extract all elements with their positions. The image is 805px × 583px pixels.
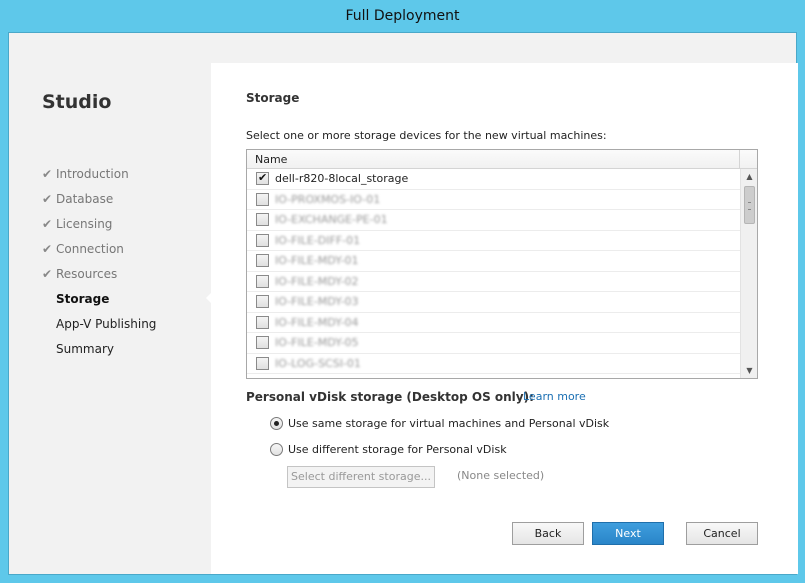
storage-row[interactable]: IO-FILE-MDY-02 — [247, 272, 740, 292]
storage-checkbox[interactable] — [256, 192, 269, 206]
column-header-name[interactable]: Name — [255, 153, 287, 166]
column-divider — [739, 150, 740, 169]
back-button[interactable]: Back — [512, 522, 584, 545]
storage-row[interactable]: IO-PROXMOS-IO-01 — [247, 190, 740, 210]
app-title: Studio — [42, 91, 112, 113]
step-label: Licensing — [56, 217, 113, 231]
storage-list-rows: dell-r820-8local_storage IO-PROXMOS-IO-0… — [247, 169, 740, 378]
step-licensing: ✔ Licensing — [42, 217, 156, 242]
step-summary: Summary — [42, 342, 156, 367]
scroll-up-icon[interactable]: ▲ — [741, 169, 758, 184]
window-title: Full Deployment — [345, 8, 460, 24]
personal-vdisk-label: Personal vDisk storage (Desktop OS only)… — [246, 390, 534, 404]
cancel-button[interactable]: Cancel — [686, 522, 758, 545]
none-selected-text: (None selected) — [457, 469, 545, 482]
storage-name: IO-FILE-MDY-04 — [275, 315, 359, 329]
step-label: Database — [56, 192, 114, 206]
radio-button[interactable] — [270, 417, 283, 430]
storage-row[interactable]: IO-FILE-MDY-04 — [247, 313, 740, 333]
storage-checkbox[interactable] — [256, 213, 269, 227]
step-introduction: ✔ Introduction — [42, 167, 156, 192]
step-database: ✔ Database — [42, 192, 156, 217]
storage-row[interactable]: IO-FILE-MDY-01 — [247, 251, 740, 272]
storage-checkbox[interactable] — [256, 254, 269, 268]
wizard-frame: Studio ✔ Introduction ✔ Database ✔ Licen… — [8, 32, 798, 575]
step-label: Storage — [56, 292, 110, 306]
storage-row[interactable]: IO-FILE-MDY-05 — [247, 333, 740, 354]
instruction-text: Select one or more storage devices for t… — [246, 129, 607, 142]
step-storage: Storage — [42, 292, 156, 317]
radio-button[interactable] — [270, 443, 283, 456]
storage-row[interactable]: dell-r820-8local_storage — [247, 169, 740, 190]
radio-same-storage[interactable]: Use same storage for virtual machines an… — [270, 417, 609, 430]
radio-label: Use different storage for Personal vDisk — [288, 443, 507, 456]
wizard-main-panel: Storage Select one or more storage devic… — [211, 63, 798, 574]
learn-more-link[interactable]: Learn more — [523, 390, 586, 403]
storage-list: Name dell-r820-8local_storage IO-PROXMOS… — [246, 149, 758, 379]
storage-checkbox[interactable] — [256, 171, 269, 186]
step-label: Introduction — [56, 167, 129, 181]
next-button[interactable]: Next — [592, 522, 664, 545]
storage-checkbox[interactable] — [256, 336, 269, 350]
step-connection: ✔ Connection — [42, 242, 156, 267]
checkmark-icon: ✔ — [42, 267, 53, 281]
step-app-v-publishing: App-V Publishing — [42, 317, 156, 342]
checkmark-icon: ✔ — [42, 167, 53, 181]
storage-name: IO-FILE-DIFF-01 — [275, 233, 361, 247]
storage-row[interactable]: IO-FILE-MDY-03 — [247, 292, 740, 313]
checkmark-icon: ✔ — [42, 217, 53, 231]
step-label: App-V Publishing — [56, 317, 157, 331]
storage-name: IO-EXCHANGE-PE-01 — [275, 213, 388, 227]
storage-name: IO-FILE-MDY-01 — [275, 254, 359, 268]
checkmark-icon: ✔ — [42, 242, 53, 256]
storage-row[interactable]: IO-LOG-SCSI-01 — [247, 354, 740, 374]
storage-name: IO-PROXMOS-IO-01 — [275, 192, 381, 206]
radio-different-storage[interactable]: Use different storage for Personal vDisk — [270, 443, 507, 456]
storage-checkbox[interactable] — [256, 233, 269, 247]
step-resources: ✔ Resources — [42, 267, 156, 292]
storage-checkbox[interactable] — [256, 315, 269, 329]
step-label: Resources — [56, 267, 118, 281]
storage-checkbox[interactable] — [256, 274, 269, 288]
storage-checkbox[interactable] — [256, 356, 269, 370]
storage-name: dell-r820-8local_storage — [275, 172, 409, 186]
step-label: Connection — [56, 242, 124, 256]
storage-row[interactable]: IO-EXCHANGE-PE-01 — [247, 210, 740, 231]
vertical-scrollbar[interactable]: ▲ ▼ — [740, 169, 757, 378]
page-title: Storage — [246, 91, 300, 105]
storage-name: IO-FILE-MDY-03 — [275, 295, 359, 309]
checkmark-icon: ✔ — [42, 192, 53, 206]
storage-row[interactable]: IO-FILE-DIFF-01 — [247, 231, 740, 251]
select-different-storage-button[interactable]: Select different storage... — [287, 466, 435, 488]
scroll-thumb[interactable] — [744, 186, 755, 224]
step-label: Summary — [56, 342, 114, 356]
storage-name: IO-FILE-MDY-05 — [275, 336, 359, 350]
storage-name: IO-FILE-MDY-02 — [275, 274, 359, 288]
wizard-steps: ✔ Introduction ✔ Database ✔ Licensing ✔ … — [42, 167, 156, 367]
storage-checkbox[interactable] — [256, 295, 269, 309]
storage-name: IO-LOG-SCSI-01 — [275, 356, 361, 370]
scroll-down-icon[interactable]: ▼ — [741, 363, 758, 378]
storage-list-header: Name — [247, 150, 757, 169]
window-titlebar: Full Deployment — [0, 0, 805, 32]
wizard-sidebar: Studio ✔ Introduction ✔ Database ✔ Licen… — [9, 33, 213, 574]
radio-label: Use same storage for virtual machines an… — [288, 417, 610, 430]
